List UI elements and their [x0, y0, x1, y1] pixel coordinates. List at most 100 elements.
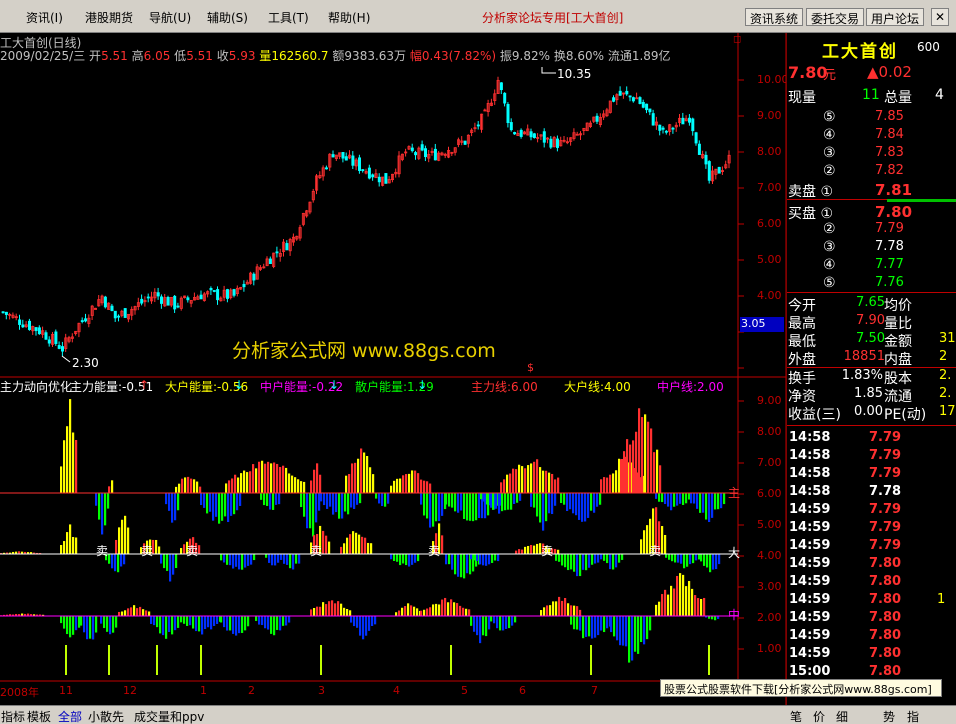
tab-detail[interactable]: 细 — [836, 708, 848, 724]
energy-bar — [181, 478, 184, 493]
info-turnover: 换8.60% — [553, 49, 604, 63]
energy-bar — [319, 606, 322, 616]
info-system-button[interactable]: 资讯系统 — [745, 8, 804, 26]
candle-body — [648, 108, 652, 113]
menu-item-navigate[interactable]: 导航(U) — [149, 9, 191, 26]
energy-bar — [201, 616, 204, 635]
restore-icon[interactable]: ◻ — [733, 34, 741, 45]
current-price-row: 7.80 元 ▲0.02 — [787, 63, 956, 83]
candle-body — [641, 102, 645, 108]
energy-bar — [549, 605, 552, 616]
energy-bar — [169, 554, 172, 582]
chart-area[interactable]: 工大首创(日线) ◻ 2009/02/25/三 开5.51 高6.05 低5.5… — [0, 33, 789, 705]
energy-bar — [519, 493, 522, 501]
trade-button[interactable]: 委托交易 — [806, 8, 865, 26]
energy-bar — [435, 603, 438, 616]
energy-bar — [698, 554, 701, 560]
stat-value-2: 2. — [939, 386, 952, 401]
energy-bar — [72, 616, 75, 635]
chart-canvas[interactable] — [0, 33, 786, 705]
tick-price: 7.80 — [869, 646, 902, 661]
energy-bar — [524, 546, 527, 554]
energy-bar — [673, 493, 676, 507]
energy-bar — [365, 616, 368, 636]
indicator-name[interactable]: 主力动向优化 — [0, 380, 72, 394]
info-close-label: 收 — [216, 49, 229, 63]
stat-label-2: 流通 — [884, 389, 912, 405]
energy-bar — [360, 448, 363, 493]
energy-bar — [371, 616, 374, 627]
energy-bar — [454, 554, 457, 575]
menu-item-hk-futures[interactable]: 港股期货 — [85, 9, 133, 26]
info-open: 5.51 — [101, 49, 128, 63]
download-watermark: 股票公式股票软件下载[分析家公式网www.88gs.com] — [660, 679, 942, 697]
tab-all[interactable]: 全部 — [58, 708, 82, 724]
forum-button[interactable]: 用户论坛 — [866, 8, 925, 26]
energy-bar — [514, 616, 517, 623]
energy-bar — [158, 546, 161, 554]
energy-bar — [488, 616, 491, 630]
candle-body — [697, 143, 701, 155]
energy-bar — [426, 493, 429, 519]
sell-order-price: 7.83 — [875, 145, 904, 160]
energy-bar — [597, 554, 600, 563]
energy-bar — [174, 616, 177, 631]
indicator-axis-label: 2.00 — [757, 611, 782, 624]
candle-body — [499, 82, 503, 91]
stat-value-2: 2 — [939, 349, 948, 364]
indicator-axis-label: 4.00 — [757, 549, 782, 562]
menu-item-info[interactable]: 资讯(I) — [26, 9, 63, 26]
energy-bar — [417, 473, 420, 493]
energy-bar — [198, 545, 201, 554]
menu-item-tools[interactable]: 工具(T) — [268, 9, 309, 26]
candle-body — [658, 124, 662, 131]
energy-bar — [621, 554, 624, 560]
energy-bar — [656, 449, 659, 493]
energy-bar — [95, 493, 98, 506]
energy-bar — [210, 616, 213, 630]
tab-indicator[interactable]: 指标 — [1, 708, 25, 724]
info-open-label: 开 — [89, 49, 102, 63]
tab-template[interactable]: 模板 — [27, 708, 51, 724]
energy-bar — [554, 548, 557, 554]
tab-volume-ppv[interactable]: 成交量和ppv — [134, 708, 204, 724]
energy-bar — [255, 616, 258, 621]
candle-body — [275, 251, 279, 254]
tick-row: 14:59 7.79 — [787, 520, 956, 538]
energy-bar — [267, 616, 270, 630]
tab-trades[interactable]: 笔 — [790, 708, 802, 724]
energy-bar — [552, 601, 555, 616]
energy-bar — [276, 616, 279, 630]
stat-value: 1.83% — [841, 368, 883, 383]
sell-signal-label: 卖 — [96, 544, 109, 558]
energy-bar — [72, 432, 75, 493]
tick-row: 14:58 7.79 — [787, 430, 956, 448]
energy-bar — [444, 597, 447, 616]
close-icon[interactable]: ✕ — [931, 8, 950, 26]
energy-bar — [460, 554, 463, 578]
tab-price[interactable]: 价 — [813, 708, 825, 724]
energy-bar — [328, 601, 331, 616]
energy-bar — [124, 610, 127, 616]
tab-trend[interactable]: 势 — [883, 708, 895, 724]
stat-row: 今开 7.65 均价 — [787, 295, 956, 314]
menu-item-assist[interactable]: 辅助(S) — [207, 9, 248, 26]
energy-bar — [124, 515, 127, 554]
menu-item-help[interactable]: 帮助(H) — [328, 9, 370, 26]
energy-bar — [453, 602, 456, 616]
energy-bar — [247, 554, 250, 566]
sell-order-price: 7.81 — [875, 181, 913, 199]
tab-index[interactable]: 指 — [907, 708, 919, 724]
indicator-line-label: 大 — [728, 546, 741, 560]
tab-small-retail[interactable]: 小散先 — [88, 708, 124, 724]
energy-bar — [187, 476, 190, 493]
energy-bar — [402, 475, 405, 493]
energy-bar — [274, 554, 277, 566]
energy-bar — [267, 461, 270, 493]
energy-bar — [573, 605, 576, 616]
energy-bar — [381, 493, 384, 507]
energy-bar — [223, 554, 226, 563]
energy-bar — [407, 603, 410, 616]
energy-bar — [260, 493, 263, 500]
energy-bar — [200, 493, 203, 506]
